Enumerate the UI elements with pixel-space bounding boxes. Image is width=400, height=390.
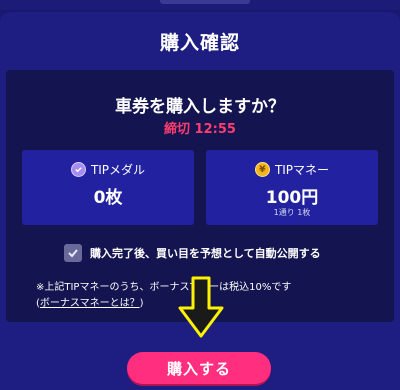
bonus-note-text: ※上記TIPマネーのうち、ボーナスマネーは税込10%です bbox=[36, 282, 292, 293]
bonus-note: ※上記TIPマネーのうち、ボーナスマネーは税込10%です (ボーナスマネーとは？… bbox=[36, 280, 291, 312]
tip-medal-card: TIPメダル 0枚 bbox=[22, 150, 194, 225]
tip-money-header: ¥ TIPマネー bbox=[206, 161, 378, 178]
down-arrow-icon bbox=[178, 276, 224, 338]
checkmark-icon bbox=[68, 249, 78, 258]
yen-icon: ¥ bbox=[254, 162, 270, 177]
auto-publish-row[interactable]: 購入完了後、買い目を予想として自動公開する bbox=[64, 244, 321, 262]
medal-icon bbox=[70, 162, 86, 177]
tip-medal-header: TIPメダル bbox=[22, 161, 194, 178]
bonus-money-link[interactable]: ボーナスマネーとは？ bbox=[40, 298, 140, 309]
bonus-link-line: (ボーナスマネーとは？) bbox=[36, 296, 291, 312]
tip-money-label: TIPマネー bbox=[274, 163, 330, 177]
bonus-link-close-paren: ) bbox=[139, 298, 144, 309]
auto-publish-checkbox[interactable] bbox=[64, 244, 82, 262]
modal-title: 購入確認 bbox=[159, 32, 240, 54]
auto-publish-label: 購入完了後、買い目を予想として自動公開する bbox=[90, 247, 321, 260]
deadline-text: 締切 12:55 bbox=[164, 122, 236, 137]
tip-money-sub: 1通り 1枚 bbox=[273, 208, 311, 217]
buy-button[interactable]: 購入する bbox=[127, 352, 271, 384]
tip-money-card: ¥ TIPマネー 100円 1通り 1枚 bbox=[206, 150, 378, 225]
tip-medal-value: 0枚 bbox=[93, 188, 123, 208]
status-bar bbox=[0, 0, 400, 10]
tip-medal-label: TIPメダル bbox=[90, 163, 146, 177]
confirm-question: 車券を購入しますか？ bbox=[115, 97, 285, 117]
tip-money-value: 100円 bbox=[265, 188, 319, 208]
status-bar-indicator bbox=[160, 0, 250, 4]
